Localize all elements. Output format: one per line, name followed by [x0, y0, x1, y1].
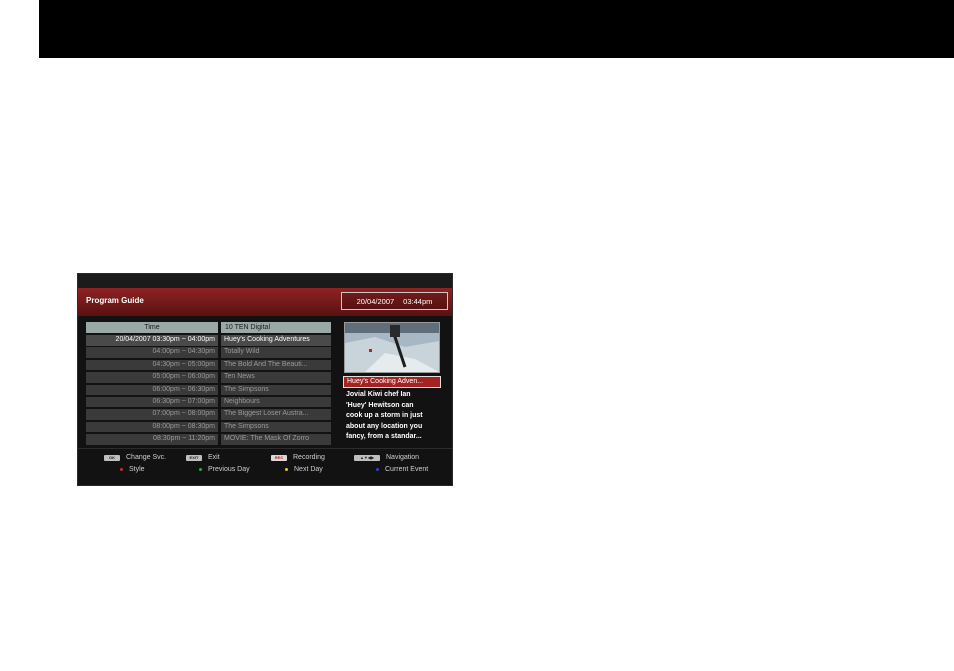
- time-column-header: Time: [86, 322, 218, 333]
- page-title: Program Guide: [86, 296, 144, 305]
- program-row[interactable]: 04:30pm ~ 05:00pm The Bold And The Beaut…: [86, 359, 331, 371]
- tv-screen: Program Guide 20/04/2007 03:44pm Time 10…: [77, 273, 453, 486]
- footer-divider: [78, 448, 452, 449]
- program-row[interactable]: 07:00pm ~ 08:00pm The Biggest Loser Aust…: [86, 409, 331, 420]
- event-desc-line: cook up a storm in just: [346, 412, 423, 419]
- program-title: MOVIE: The Mask Of Zorro: [221, 434, 331, 445]
- exit-legend[interactable]: EXIT Exit: [186, 454, 220, 461]
- previous-day-label: Previous Day: [208, 466, 250, 473]
- program-time: 20/04/2007 03:30pm ~ 04:00pm: [86, 335, 218, 346]
- event-desc-line: Jovial Kiwi chef Ian: [346, 391, 411, 398]
- tv-top-strip: [78, 274, 452, 288]
- ok-key-icon: OK: [104, 454, 120, 461]
- video-preview: [344, 322, 440, 373]
- blue-button-icon: [376, 468, 379, 471]
- program-row[interactable]: 20/04/2007 03:30pm ~ 04:00pm Huey's Cook…: [86, 335, 331, 346]
- arrow-keys-icon: ▲▼◀▶: [354, 454, 380, 461]
- style-legend[interactable]: Style: [120, 466, 145, 473]
- program-row[interactable]: 08:30pm ~ 11:20pm MOVIE: The Mask Of Zor…: [86, 434, 331, 445]
- program-title: Huey's Cooking Adventures: [221, 335, 331, 346]
- program-title: The Simpsons: [221, 384, 331, 396]
- guide-header: Program Guide 20/04/2007 03:44pm: [78, 288, 452, 316]
- navigation-label: Navigation: [386, 454, 420, 461]
- program-time: 08:00pm ~ 08:30pm: [86, 421, 218, 433]
- yellow-button-icon: [285, 468, 288, 471]
- grid-header: Time 10 TEN Digital: [86, 322, 331, 333]
- event-desc-line: fancy, from a standar...: [346, 433, 422, 440]
- previous-day-legend[interactable]: Previous Day: [199, 466, 250, 473]
- program-row[interactable]: 06:30pm ~ 07:00pm Neighbours: [86, 396, 331, 408]
- program-row[interactable]: 05:00pm ~ 06:00pm Ten News: [86, 372, 331, 383]
- style-label: Style: [129, 466, 145, 473]
- program-title: The Bold And The Beauti...: [221, 359, 331, 371]
- program-row[interactable]: 08:00pm ~ 08:30pm The Simpsons: [86, 421, 331, 433]
- next-day-label: Next Day: [294, 466, 323, 473]
- program-time: 06:30pm ~ 07:00pm: [86, 396, 218, 408]
- event-desc-line: about any location you: [346, 422, 423, 430]
- event-description: Jovial Kiwi chef Ian 'Huey' Hewitson can…: [346, 390, 442, 443]
- program-grid: Time 10 TEN Digital 20/04/2007 03:30pm ~…: [86, 322, 331, 447]
- next-day-legend[interactable]: Next Day: [285, 466, 323, 473]
- date-time-box: 20/04/2007 03:44pm: [341, 292, 448, 310]
- program-title: The Simpsons: [221, 421, 331, 433]
- current-time: 03:44pm: [403, 296, 433, 306]
- event-desc-line: 'Huey' Hewitson can: [346, 401, 414, 409]
- change-svc-legend[interactable]: OK Change Svc.: [104, 454, 166, 461]
- program-title: Totally Wild: [221, 347, 331, 358]
- program-title: Neighbours: [221, 396, 331, 408]
- event-title: Huey's Cooking Adven...: [343, 376, 441, 388]
- rec-key-icon: REC: [271, 454, 287, 461]
- program-time: 06:00pm ~ 06:30pm: [86, 384, 218, 396]
- program-title: The Biggest Loser Austra...: [221, 409, 331, 420]
- program-row[interactable]: 06:00pm ~ 06:30pm The Simpsons: [86, 384, 331, 396]
- exit-key-icon: EXIT: [186, 454, 202, 461]
- recording-label: Recording: [293, 454, 325, 461]
- green-button-icon: [199, 468, 202, 471]
- red-button-icon: [120, 468, 123, 471]
- program-time: 04:30pm ~ 05:00pm: [86, 359, 218, 371]
- program-time: 04:00pm ~ 04:30pm: [86, 347, 218, 358]
- program-time: 07:00pm ~ 08:00pm: [86, 409, 218, 420]
- exit-label: Exit: [208, 454, 220, 461]
- current-event-label: Current Event: [385, 466, 429, 473]
- top-black-bar: [39, 0, 954, 58]
- program-title: Ten News: [221, 372, 331, 383]
- recording-legend[interactable]: REC Recording: [271, 454, 325, 461]
- preview-image: [345, 323, 439, 372]
- program-time: 08:30pm ~ 11:20pm: [86, 434, 218, 445]
- program-row[interactable]: 04:00pm ~ 04:30pm Totally Wild: [86, 347, 331, 358]
- current-event-legend[interactable]: Current Event: [376, 466, 428, 473]
- current-date: 20/04/2007: [356, 296, 395, 306]
- program-time: 05:00pm ~ 06:00pm: [86, 372, 218, 383]
- change-svc-label: Change Svc.: [126, 454, 167, 461]
- channel-column-header[interactable]: 10 TEN Digital: [221, 322, 331, 333]
- navigation-legend[interactable]: ▲▼◀▶ Navigation: [354, 454, 419, 461]
